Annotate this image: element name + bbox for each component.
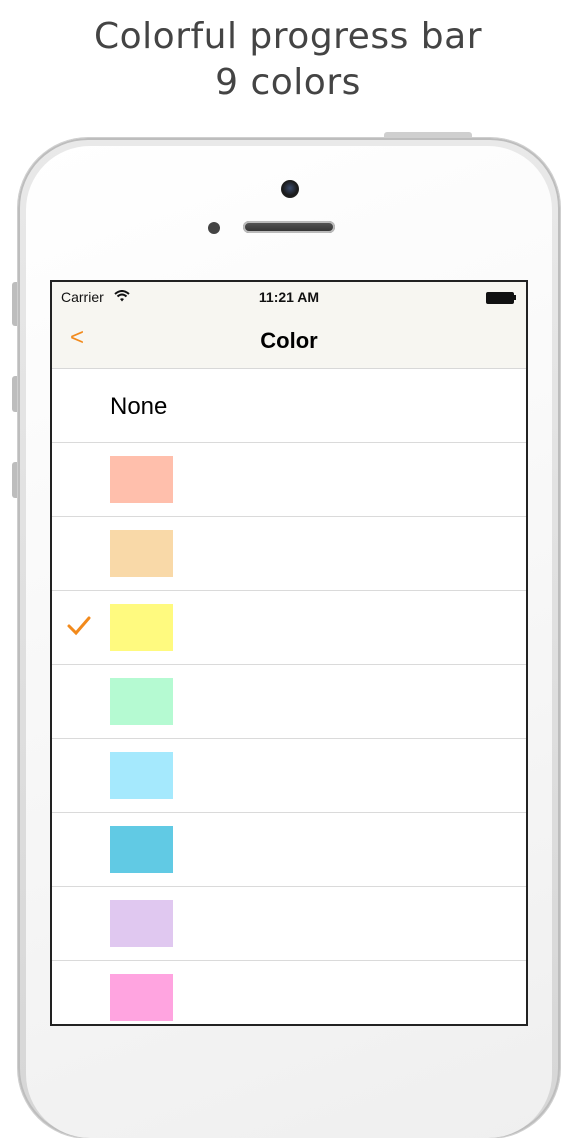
color-option-6[interactable]: [52, 813, 526, 887]
color-option-1[interactable]: [52, 443, 526, 517]
front-camera-icon: [281, 180, 299, 198]
earpiece-speaker-icon: [243, 221, 335, 233]
phone-screen: Carrier 11:21 AM < Color None: [52, 282, 526, 1024]
color-swatch: [110, 456, 173, 503]
color-option-7[interactable]: [52, 887, 526, 961]
page-title: Color: [260, 328, 318, 353]
status-bar: Carrier 11:21 AM: [52, 282, 526, 312]
color-swatch: [110, 974, 173, 1021]
navigation-bar: < Color: [52, 312, 526, 369]
color-option-8[interactable]: [52, 961, 526, 1024]
promo-headline: Colorful progress bar 9 colors: [0, 14, 576, 106]
checkmark-icon: [67, 616, 91, 636]
color-swatch: [110, 604, 173, 651]
color-option-5[interactable]: [52, 739, 526, 813]
battery-icon: [486, 292, 514, 304]
status-time: 11:21 AM: [258, 289, 320, 305]
color-option-2[interactable]: [52, 517, 526, 591]
color-option-3[interactable]: [52, 591, 526, 665]
color-option-none[interactable]: None: [52, 369, 526, 443]
promo-headline-line1: Colorful progress bar: [94, 16, 482, 57]
sensor-icon: [208, 222, 220, 234]
color-option-4[interactable]: [52, 665, 526, 739]
color-list: None: [52, 369, 526, 1024]
promo-headline-line2: 9 colors: [215, 62, 361, 103]
none-label: None: [110, 393, 168, 420]
color-swatch: [110, 826, 173, 873]
color-swatch: [110, 678, 173, 725]
battery-tip: [514, 295, 516, 300]
color-swatch: [110, 530, 173, 577]
color-swatch: [110, 752, 173, 799]
color-swatch: [110, 900, 173, 947]
